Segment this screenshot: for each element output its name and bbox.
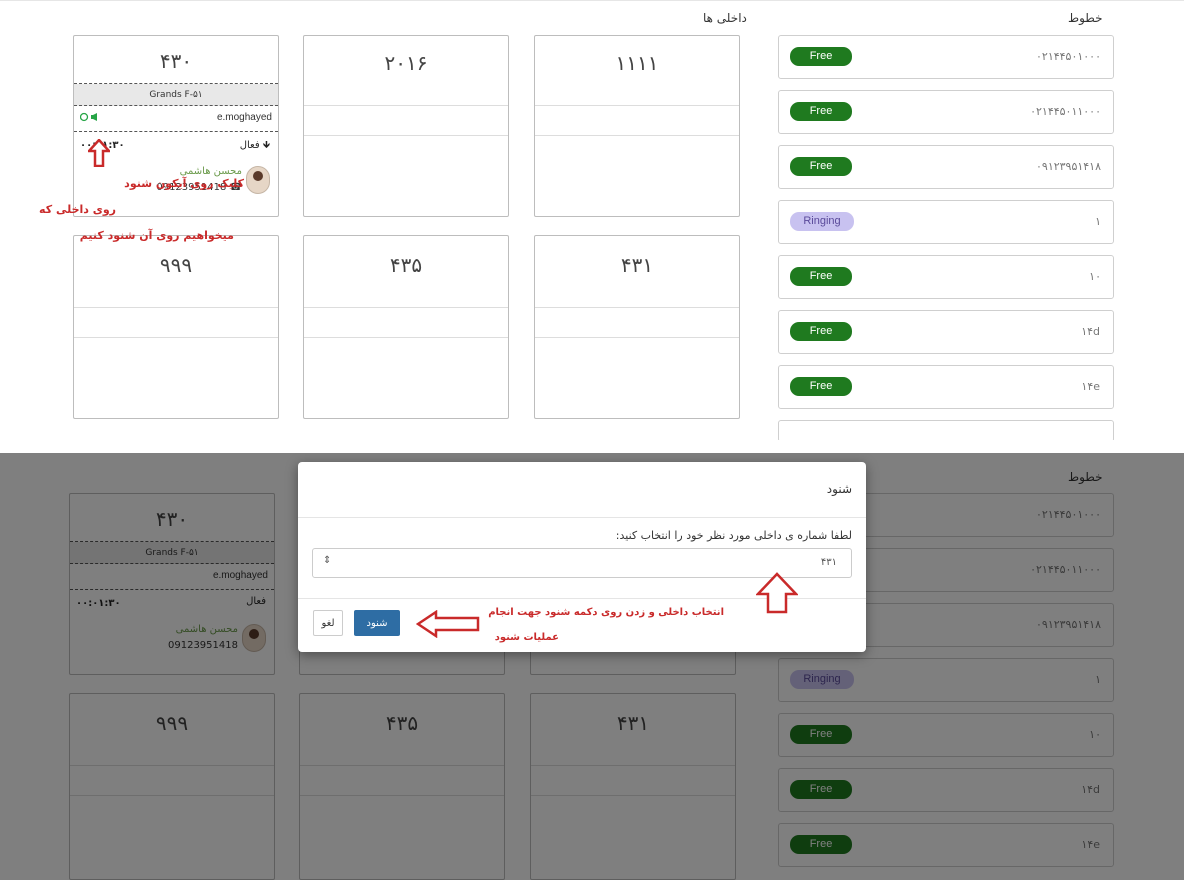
line-row[interactable]: Free ۰۲۱۴۴۵۰۱۱۰۰۰ <box>778 90 1114 134</box>
line-row[interactable]: Free ۱۴d <box>778 310 1114 354</box>
status-badge: Free <box>790 377 852 396</box>
annotation-arrow-icon <box>88 139 110 167</box>
annotation-arrow-icon <box>416 610 480 638</box>
agent-name: e.moghayed <box>216 112 272 123</box>
status-badge: Free <box>790 322 852 341</box>
extension-card[interactable]: ۱۱۱۱ <box>534 35 740 217</box>
extension-number: ۴۳۱ <box>535 236 739 308</box>
separator <box>0 440 1184 453</box>
card-row <box>304 106 508 136</box>
line-number: ۰۹۱۲۳۹۵۱۴۱۸ <box>1036 160 1101 173</box>
down-arrow-icon: 🡻 <box>262 140 270 151</box>
agent-row: e.moghayed <box>74 106 278 132</box>
line-number: ۰۲۱۴۴۵۰۱۰۰۰ <box>1036 50 1101 63</box>
line-number: ۱۰ <box>1089 270 1101 283</box>
status-badge: Ringing <box>790 212 854 231</box>
extension-card[interactable]: ۴۳۱ <box>534 235 740 419</box>
line-number: ۱۴d <box>1081 325 1101 338</box>
line-row[interactable]: Free ۱۴e <box>778 365 1114 409</box>
annotation-note: روی داخلی که <box>39 203 116 216</box>
extensions-title: داخلی ها <box>703 11 747 25</box>
card-row <box>74 308 278 338</box>
extension-card[interactable]: ۲۰۱۶ <box>303 35 509 217</box>
select-value: ۴۳۱ <box>820 557 837 568</box>
extension-card[interactable]: ۴۳۵ <box>303 235 509 419</box>
extension-number: ۱۱۱۱ <box>535 36 739 106</box>
select-caret-icon: ⇕ <box>323 555 332 566</box>
lines-title: خطوط <box>1068 11 1103 25</box>
extension-number: ۴۳۵ <box>304 236 508 308</box>
state-label: فعال <box>239 140 260 151</box>
extension-state: 🡻 فعال <box>240 138 270 155</box>
status-badge: Free <box>790 102 852 121</box>
line-number: ۰۲۱۴۴۵۰۱۱۰۰۰ <box>1030 105 1101 118</box>
select-label: لطفا شماره ی داخلی مورد نظر خود را انتخا… <box>615 529 852 542</box>
avatar <box>246 166 270 194</box>
extension-card[interactable]: ۹۹۹ <box>73 235 279 419</box>
listen-modal: شنود لطفا شماره ی داخلی مورد نظر خود را … <box>298 462 866 652</box>
status-badge: Free <box>790 267 852 286</box>
cancel-button[interactable]: لغو <box>313 610 343 636</box>
line-row[interactable] <box>778 420 1114 440</box>
listen-button[interactable]: شنود <box>354 610 400 636</box>
listen-icon[interactable] <box>79 112 104 125</box>
status-badge: Free <box>790 157 852 176</box>
listen-dialog-screen: خطوط ۰۲۱۴۴۵۰۱۰۰۰ ۰۲۱۴۴۵۰۱۱۰۰۰ ۰۹۱۲۳۹۵۱۴۱… <box>0 453 1184 880</box>
annotation-note: کلیک روی آیکون شنود <box>124 177 244 190</box>
extension-number: ۴۳۰ <box>74 36 278 84</box>
annotation-note: میخواهیم روی آن شنود کنیم <box>79 229 234 242</box>
status-badge: Free <box>790 47 852 66</box>
card-row <box>535 308 739 338</box>
line-row[interactable]: Ringing ۱ <box>778 200 1114 244</box>
line-row[interactable]: Free ۰۹۱۲۳۹۵۱۴۱۸ <box>778 145 1114 189</box>
annotation-note: عملیات شنود <box>494 632 559 643</box>
group-label: Grands F-۵۱ <box>74 84 278 106</box>
annotation-arrow-icon <box>756 572 798 614</box>
annotation-note: انتخاب داخلی و زدن روی دکمه شنود جهت انج… <box>488 607 724 618</box>
extension-number: ۲۰۱۶ <box>304 36 508 106</box>
line-number: ۱۴e <box>1081 380 1101 393</box>
extensions-screen: خطوط داخلی ها Free ۰۲۱۴۴۵۰۱۰۰۰ Free ۰۲۱۴… <box>0 0 1184 440</box>
caller-name: محسن هاشمی <box>179 166 242 177</box>
card-row <box>304 308 508 338</box>
divider <box>298 517 866 518</box>
extension-number: ۹۹۹ <box>74 236 278 308</box>
modal-title: شنود <box>826 482 852 496</box>
line-number: ۱ <box>1095 215 1101 228</box>
line-row[interactable]: Free ۰۲۱۴۴۵۰۱۰۰۰ <box>778 35 1114 79</box>
line-row[interactable]: Free ۱۰ <box>778 255 1114 299</box>
card-row <box>535 106 739 136</box>
